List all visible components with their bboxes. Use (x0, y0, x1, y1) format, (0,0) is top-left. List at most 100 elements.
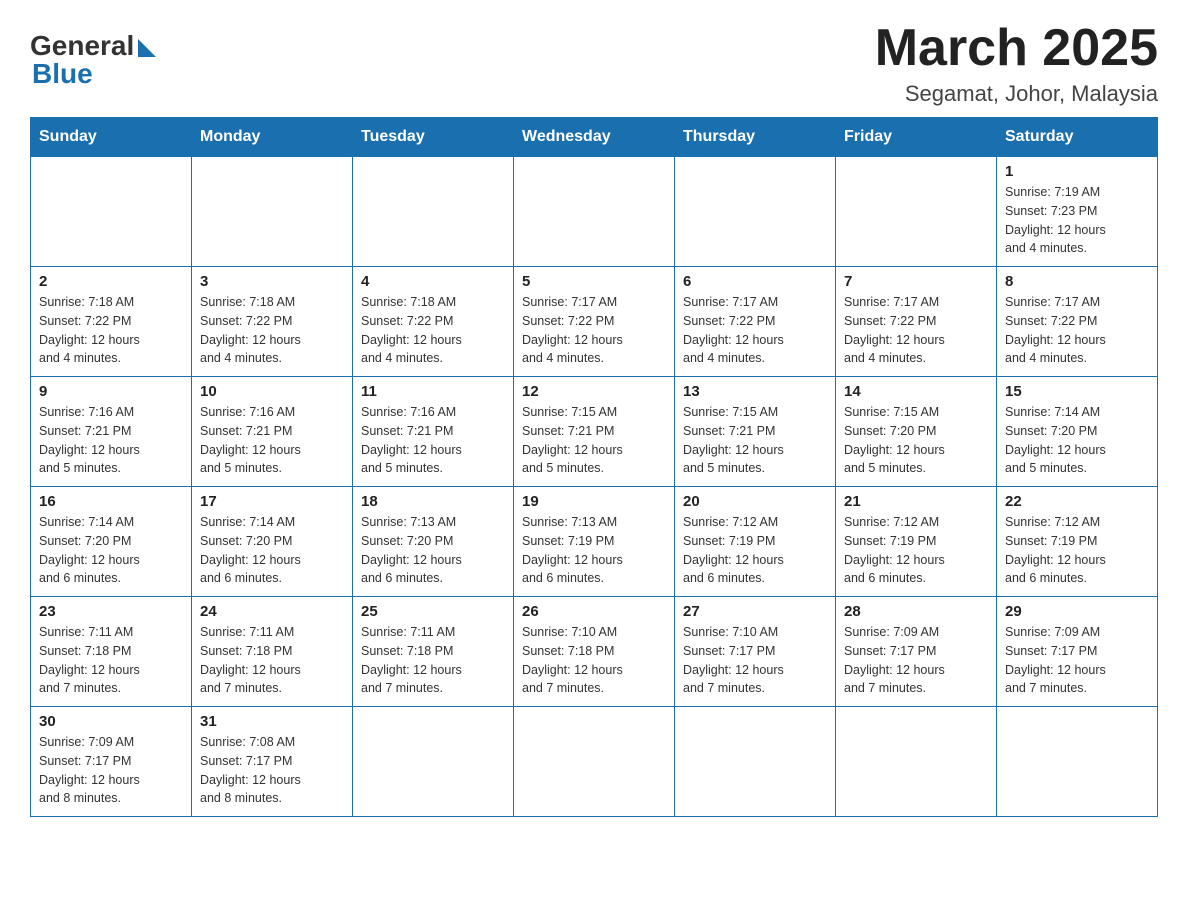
calendar-cell: 11Sunrise: 7:16 AM Sunset: 7:21 PM Dayli… (353, 377, 514, 487)
calendar-cell: 19 Sunrise: 7:13 AM Sunset: 7:19 PM Dayli… (514, 487, 675, 597)
calendar-cell: 16Sunrise: 7:14 AM Sunset: 7:20 PM Dayli… (31, 487, 192, 597)
day-number: 25 (361, 603, 505, 620)
day-number: 5 (522, 273, 666, 290)
day-number: 15 (1005, 383, 1149, 400)
day-number: 1 (1005, 163, 1149, 180)
calendar-cell: 29 Sunrise: 7:09 AM Sunset: 7:17 PM Dayli… (997, 597, 1158, 707)
week-row-4: 16Sunrise: 7:14 AM Sunset: 7:20 PM Dayli… (31, 487, 1158, 597)
week-row-1: 1 Sunrise: 7:19 AM Sunset: 7:23 PM Daylig… (31, 157, 1158, 267)
day-info: Sunrise: 7:18 AM Sunset: 7:22 PM Dayligh… (200, 293, 344, 368)
day-number: 13 (683, 383, 827, 400)
weekday-header-tuesday: Tuesday (353, 118, 514, 157)
calendar-cell: 22 Sunrise: 7:12 AM Sunset: 7:19 PM Dayli… (997, 487, 1158, 597)
weekday-header-wednesday: Wednesday (514, 118, 675, 157)
day-number: 23 (39, 603, 183, 620)
calendar-cell: 1 Sunrise: 7:19 AM Sunset: 7:23 PM Daylig… (997, 157, 1158, 267)
calendar-cell: 4Sunrise: 7:18 AM Sunset: 7:22 PM Daylig… (353, 267, 514, 377)
calendar-cell: 23 Sunrise: 7:11 AM Sunset: 7:18 PM Dayli… (31, 597, 192, 707)
day-info: Sunrise: 7:10 AM Sunset: 7:17 PM Dayligh… (683, 623, 827, 698)
day-info: Sunrise: 7:09 AM Sunset: 7:17 PM Dayligh… (39, 733, 183, 808)
main-title: March 2025 (875, 20, 1158, 77)
day-info: Sunrise: 7:17 AM Sunset: 7:22 PM Dayligh… (522, 293, 666, 368)
week-row-2: 2 Sunrise: 7:18 AM Sunset: 7:22 PM Daylig… (31, 267, 1158, 377)
day-info: Sunrise: 7:13 AM Sunset: 7:20 PM Dayligh… (361, 513, 505, 588)
calendar-table: SundayMondayTuesdayWednesdayThursdayFrid… (30, 117, 1158, 817)
day-number: 17 (200, 493, 344, 510)
day-info: Sunrise: 7:15 AM Sunset: 7:21 PM Dayligh… (522, 403, 666, 478)
subtitle: Segamat, Johor, Malaysia (875, 81, 1158, 107)
calendar-cell: 10Sunrise: 7:16 AM Sunset: 7:21 PM Dayli… (192, 377, 353, 487)
title-block: March 2025 Segamat, Johor, Malaysia (875, 20, 1158, 107)
day-number: 7 (844, 273, 988, 290)
day-number: 27 (683, 603, 827, 620)
day-number: 22 (1005, 493, 1149, 510)
day-info: Sunrise: 7:11 AM Sunset: 7:18 PM Dayligh… (39, 623, 183, 698)
day-info: Sunrise: 7:17 AM Sunset: 7:22 PM Dayligh… (1005, 293, 1149, 368)
day-info: Sunrise: 7:11 AM Sunset: 7:18 PM Dayligh… (200, 623, 344, 698)
weekday-header-saturday: Saturday (997, 118, 1158, 157)
calendar-cell: 27 Sunrise: 7:10 AM Sunset: 7:17 PM Dayli… (675, 597, 836, 707)
calendar-cell (192, 157, 353, 267)
calendar-cell (836, 707, 997, 817)
calendar-cell (675, 157, 836, 267)
day-number: 12 (522, 383, 666, 400)
day-info: Sunrise: 7:12 AM Sunset: 7:19 PM Dayligh… (1005, 513, 1149, 588)
weekday-header-row: SundayMondayTuesdayWednesdayThursdayFrid… (31, 118, 1158, 157)
day-info: Sunrise: 7:18 AM Sunset: 7:22 PM Dayligh… (39, 293, 183, 368)
day-info: Sunrise: 7:14 AM Sunset: 7:20 PM Dayligh… (1005, 403, 1149, 478)
weekday-header-monday: Monday (192, 118, 353, 157)
day-info: Sunrise: 7:09 AM Sunset: 7:17 PM Dayligh… (1005, 623, 1149, 698)
day-number: 10 (200, 383, 344, 400)
calendar-cell: 12 Sunrise: 7:15 AM Sunset: 7:21 PM Dayli… (514, 377, 675, 487)
calendar-cell (514, 707, 675, 817)
calendar-cell: 5 Sunrise: 7:17 AM Sunset: 7:22 PM Daylig… (514, 267, 675, 377)
day-info: Sunrise: 7:17 AM Sunset: 7:22 PM Dayligh… (844, 293, 988, 368)
calendar-cell: 7 Sunrise: 7:17 AM Sunset: 7:22 PM Daylig… (836, 267, 997, 377)
calendar-cell: 18 Sunrise: 7:13 AM Sunset: 7:20 PM Dayli… (353, 487, 514, 597)
calendar-cell (353, 157, 514, 267)
calendar-cell (514, 157, 675, 267)
calendar-cell: 31Sunrise: 7:08 AM Sunset: 7:17 PM Dayli… (192, 707, 353, 817)
logo-blue-text: Blue (32, 58, 93, 90)
weekday-header-thursday: Thursday (675, 118, 836, 157)
day-info: Sunrise: 7:13 AM Sunset: 7:19 PM Dayligh… (522, 513, 666, 588)
page-header: General Blue March 2025 Segamat, Johor, … (30, 20, 1158, 107)
calendar-cell: 25Sunrise: 7:11 AM Sunset: 7:18 PM Dayli… (353, 597, 514, 707)
calendar-cell: 15 Sunrise: 7:14 AM Sunset: 7:20 PM Dayli… (997, 377, 1158, 487)
day-info: Sunrise: 7:19 AM Sunset: 7:23 PM Dayligh… (1005, 183, 1149, 258)
day-number: 30 (39, 713, 183, 730)
day-number: 11 (361, 383, 505, 400)
day-info: Sunrise: 7:18 AM Sunset: 7:22 PM Dayligh… (361, 293, 505, 368)
day-number: 2 (39, 273, 183, 290)
day-info: Sunrise: 7:12 AM Sunset: 7:19 PM Dayligh… (844, 513, 988, 588)
day-number: 14 (844, 383, 988, 400)
calendar-cell: 17 Sunrise: 7:14 AM Sunset: 7:20 PM Dayli… (192, 487, 353, 597)
day-number: 29 (1005, 603, 1149, 620)
calendar-cell: 14 Sunrise: 7:15 AM Sunset: 7:20 PM Dayli… (836, 377, 997, 487)
week-row-6: 30 Sunrise: 7:09 AM Sunset: 7:17 PM Dayli… (31, 707, 1158, 817)
day-number: 21 (844, 493, 988, 510)
day-number: 6 (683, 273, 827, 290)
day-number: 20 (683, 493, 827, 510)
day-info: Sunrise: 7:14 AM Sunset: 7:20 PM Dayligh… (200, 513, 344, 588)
day-number: 18 (361, 493, 505, 510)
day-number: 31 (200, 713, 344, 730)
calendar-cell: 9Sunrise: 7:16 AM Sunset: 7:21 PM Daylig… (31, 377, 192, 487)
day-number: 9 (39, 383, 183, 400)
calendar-cell: 3 Sunrise: 7:18 AM Sunset: 7:22 PM Daylig… (192, 267, 353, 377)
calendar-cell (997, 707, 1158, 817)
day-number: 26 (522, 603, 666, 620)
day-number: 3 (200, 273, 344, 290)
calendar-cell (31, 157, 192, 267)
calendar-cell: 13Sunrise: 7:15 AM Sunset: 7:21 PM Dayli… (675, 377, 836, 487)
weekday-header-friday: Friday (836, 118, 997, 157)
weekday-header-sunday: Sunday (31, 118, 192, 157)
calendar-cell: 30 Sunrise: 7:09 AM Sunset: 7:17 PM Dayli… (31, 707, 192, 817)
day-info: Sunrise: 7:14 AM Sunset: 7:20 PM Dayligh… (39, 513, 183, 588)
day-number: 19 (522, 493, 666, 510)
week-row-3: 9Sunrise: 7:16 AM Sunset: 7:21 PM Daylig… (31, 377, 1158, 487)
day-info: Sunrise: 7:15 AM Sunset: 7:20 PM Dayligh… (844, 403, 988, 478)
day-info: Sunrise: 7:09 AM Sunset: 7:17 PM Dayligh… (844, 623, 988, 698)
day-info: Sunrise: 7:12 AM Sunset: 7:19 PM Dayligh… (683, 513, 827, 588)
calendar-cell: 26Sunrise: 7:10 AM Sunset: 7:18 PM Dayli… (514, 597, 675, 707)
